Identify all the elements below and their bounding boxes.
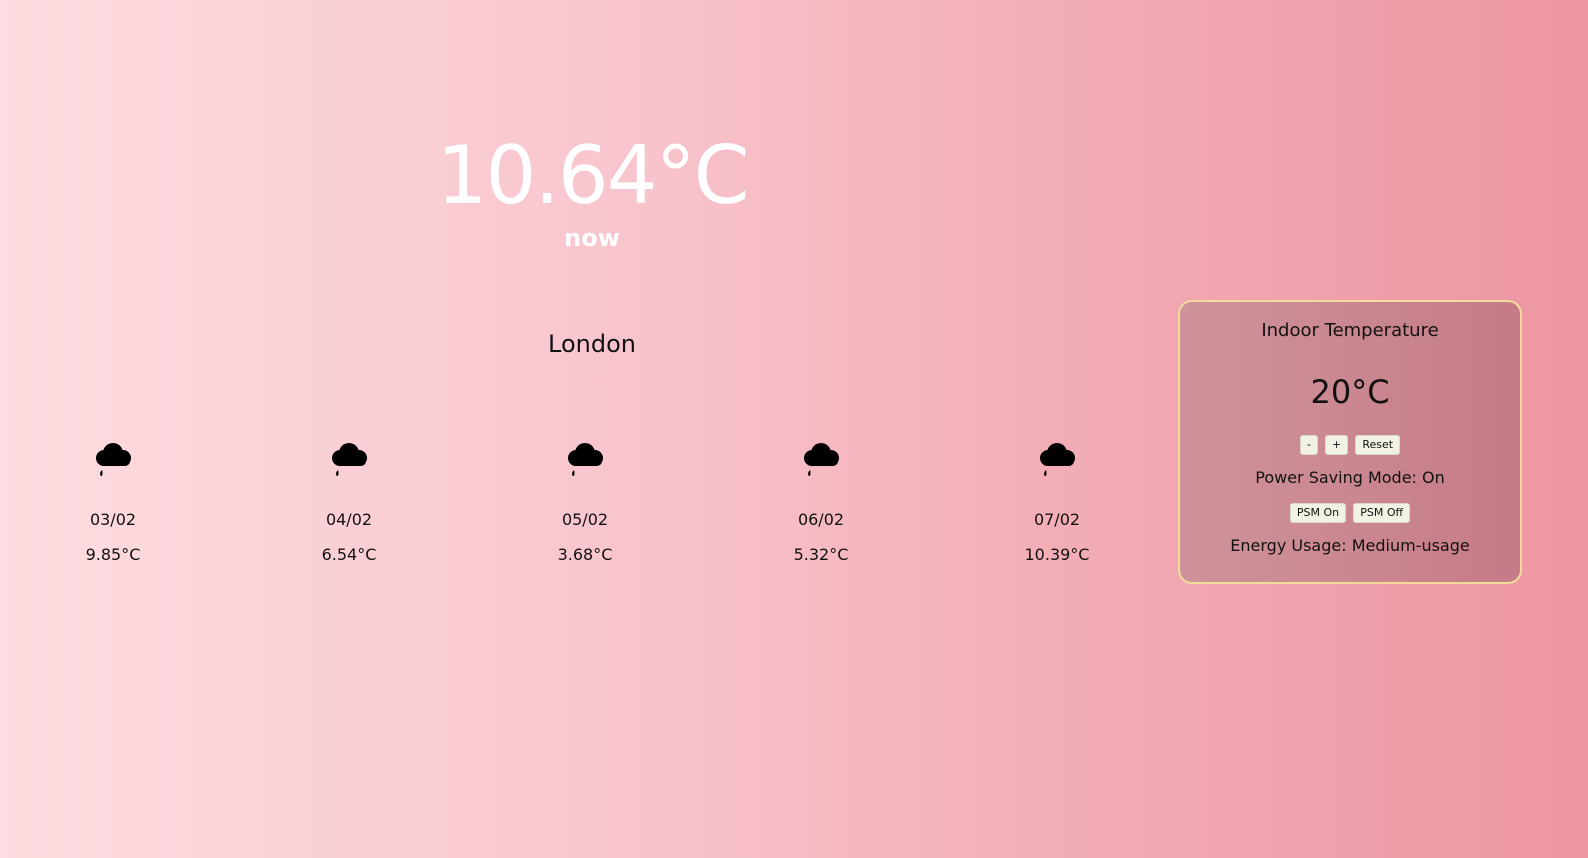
forecast-day: 07/02 10.39°C <box>967 440 1147 565</box>
current-temperature: 10.64°C <box>436 129 750 222</box>
power-saving-controls: PSM On PSM Off <box>1180 502 1520 524</box>
forecast-day: 05/02 3.68°C <box>495 440 675 565</box>
indoor-temperature-panel: Indoor Temperature 20°C - + Reset Power … <box>1178 300 1522 584</box>
current-time-label: now <box>564 224 620 252</box>
energy-usage-status: Energy Usage: Medium-usage <box>1230 536 1470 555</box>
forecast-date: 07/02 <box>1033 510 1081 529</box>
forecast-day: 04/02 6.54°C <box>259 440 439 565</box>
current-weather: 10.64°C now <box>392 128 792 252</box>
temperature-controls: - + Reset <box>1180 434 1520 456</box>
indoor-temperature-value: 20°C <box>1310 373 1390 411</box>
psm-on-button[interactable]: PSM On <box>1289 502 1347 523</box>
forecast-list: 03/02 9.85°C 04/02 6.54°C 05/02 3.68°C 0… <box>0 440 1180 580</box>
rain-cloud-icon <box>568 443 603 476</box>
rain-cloud-icon <box>804 443 839 476</box>
forecast-date: 03/02 <box>89 510 137 529</box>
indoor-panel-title: Indoor Temperature <box>1261 320 1439 341</box>
decrease-temperature-button[interactable]: - <box>1299 434 1318 455</box>
psm-off-button[interactable]: PSM Off <box>1353 502 1411 523</box>
forecast-temperature: 3.68°C <box>557 545 613 564</box>
increase-temperature-button[interactable]: + <box>1325 434 1349 455</box>
forecast-temperature: 5.32°C <box>793 545 849 564</box>
forecast-day: 03/02 9.85°C <box>23 440 203 565</box>
forecast-temperature: 10.39°C <box>1024 545 1090 564</box>
rain-cloud-icon <box>96 443 131 476</box>
city-name: London <box>548 330 636 358</box>
reset-temperature-button[interactable]: Reset <box>1355 434 1401 455</box>
forecast-temperature: 6.54°C <box>321 545 377 564</box>
forecast-date: 06/02 <box>797 510 845 529</box>
forecast-day: 06/02 5.32°C <box>731 440 911 565</box>
rain-cloud-icon <box>1040 443 1075 476</box>
forecast-date: 04/02 <box>325 510 373 529</box>
power-saving-status: Power Saving Mode: On <box>1255 468 1445 487</box>
forecast-temperature: 9.85°C <box>85 545 141 564</box>
rain-cloud-icon <box>332 443 367 476</box>
forecast-date: 05/02 <box>561 510 609 529</box>
